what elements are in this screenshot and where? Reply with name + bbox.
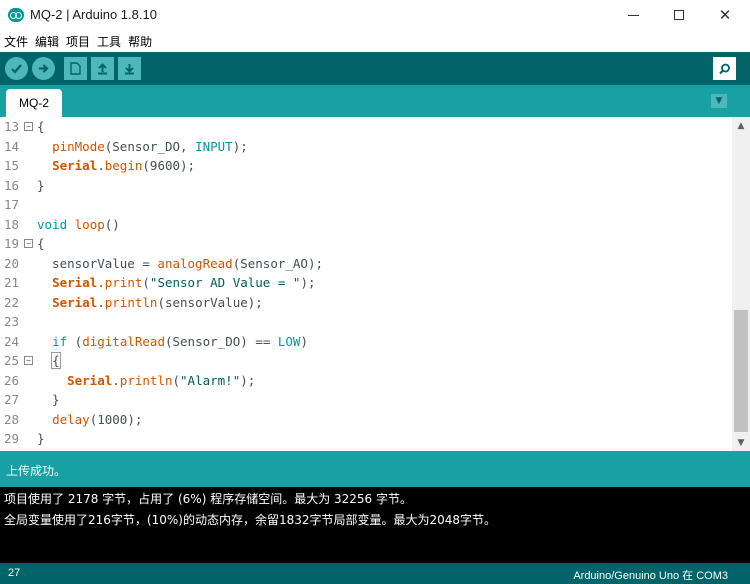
line-number: 28 xyxy=(4,411,20,427)
code-line[interactable]: 17 xyxy=(0,195,732,215)
open-arrow-up-icon xyxy=(98,63,107,75)
upload-button[interactable] xyxy=(32,57,55,80)
code-text: delay(1000); xyxy=(52,411,143,427)
maximize-icon xyxy=(674,10,684,20)
code-text: } xyxy=(37,431,45,446)
line-number: 16 xyxy=(4,177,20,193)
checkmark-icon xyxy=(11,64,22,74)
line-number: 18 xyxy=(4,216,20,232)
new-button[interactable] xyxy=(64,57,87,80)
code-line[interactable]: 24 if (digitalRead(Sensor_DO) == LOW) xyxy=(0,332,732,352)
line-number: 21 xyxy=(4,275,20,290)
code-text: void loop() xyxy=(37,216,120,232)
line-number: 23 xyxy=(4,314,20,329)
menu-help[interactable]: 帮助 xyxy=(128,33,152,50)
code-text: { xyxy=(37,119,45,134)
open-button[interactable] xyxy=(91,57,114,80)
code-line[interactable]: 16} xyxy=(0,176,732,196)
status-message: 上传成功。 xyxy=(6,464,67,478)
arrow-right-icon xyxy=(39,64,49,73)
status-message-bar: 上传成功。 xyxy=(0,451,750,487)
line-number: 22 xyxy=(4,294,20,310)
scrollbar-thumb[interactable] xyxy=(734,310,748,432)
close-icon: ✕ xyxy=(718,5,732,24)
vertical-scrollbar[interactable]: ▲ ▼ xyxy=(732,117,750,451)
code-editor[interactable]: 13−{14 pinMode(Sensor_DO, INPUT); 15 Seri… xyxy=(0,117,750,451)
code-text: Serial.begin(9600); xyxy=(52,158,196,173)
verify-button[interactable] xyxy=(5,57,28,80)
line-number: 14 xyxy=(4,138,20,154)
code-line[interactable]: 28 delay(1000); xyxy=(0,410,732,430)
magnifier-icon xyxy=(718,63,730,74)
code-text: if (digitalRead(Sensor_DO) == LOW) xyxy=(52,333,308,349)
tab-menu-button[interactable]: ▼ xyxy=(711,94,727,108)
code-line[interactable]: 22 Serial.println(sensorValue); xyxy=(0,293,732,313)
line-number: 26 xyxy=(4,372,20,388)
code-text: { xyxy=(37,236,45,251)
board-port-info: Arduino/Genuino Uno 在 COM3 xyxy=(573,570,728,582)
line-number: 15 xyxy=(4,158,20,173)
fold-toggle-icon[interactable]: − xyxy=(24,356,33,365)
code-text: Serial.println(sensorValue); xyxy=(52,294,263,310)
code-line[interactable]: 20 sensorValue = analogRead(Sensor_AO); xyxy=(0,254,732,274)
fold-toggle-icon[interactable]: − xyxy=(24,239,33,248)
cursor-line-number: 27 xyxy=(8,567,21,579)
code-text: Serial.print("Sensor AD Value = "); xyxy=(52,275,316,290)
console-output: 项目使用了 2178 字节，占用了 (6%) 程序存储空间。最大为 32256 … xyxy=(0,487,750,563)
code-text: pinMode(Sensor_DO, INPUT); xyxy=(52,138,248,154)
save-button[interactable] xyxy=(118,57,141,80)
code-line[interactable]: 19−{ xyxy=(0,234,732,254)
code-text: } xyxy=(37,392,60,407)
tab-bar: MQ-2 ▼ xyxy=(0,85,750,117)
fold-toggle-icon[interactable]: − xyxy=(24,122,33,131)
chevron-down-icon: ▼ xyxy=(715,96,723,106)
menu-file[interactable]: 文件 xyxy=(4,33,28,50)
arduino-logo-icon xyxy=(8,8,24,22)
line-number: 27 xyxy=(4,392,20,407)
maximize-button[interactable] xyxy=(656,0,702,30)
close-button[interactable]: ✕ xyxy=(702,0,748,30)
minimize-icon xyxy=(627,14,639,16)
scroll-up-icon[interactable]: ▲ xyxy=(732,117,750,134)
code-text: Serial.println("Alarm!"); xyxy=(67,372,256,388)
line-number: 29 xyxy=(4,431,20,446)
line-number: 24 xyxy=(4,333,20,349)
console-line: 项目使用了 2178 字节，占用了 (6%) 程序存储空间。最大为 32256 … xyxy=(4,492,413,506)
toolbar xyxy=(0,52,750,85)
console-line: 全局变量使用了216字节，(10%)的动态内存，余留1832字节局部变量。最大为… xyxy=(4,513,497,527)
code-line[interactable]: 21 Serial.print("Sensor AD Value = "); xyxy=(0,273,732,293)
code-line[interactable]: 25− { xyxy=(0,351,732,371)
code-line[interactable]: 18 void loop() xyxy=(0,215,732,235)
code-line[interactable]: 15 Serial.begin(9600); xyxy=(0,156,732,176)
code-line[interactable]: 26 Serial.println("Alarm!"); xyxy=(0,371,732,391)
save-arrow-down-icon xyxy=(125,64,134,75)
line-number: 17 xyxy=(4,197,20,212)
code-line[interactable]: 29} xyxy=(0,429,732,449)
menu-sketch[interactable]: 项目 xyxy=(66,33,90,50)
code-line[interactable]: 14 pinMode(Sensor_DO, INPUT); xyxy=(0,137,732,157)
minimize-button[interactable] xyxy=(610,0,656,30)
menu-bar: 文件 编辑 项目 工具 帮助 xyxy=(0,30,750,52)
scroll-down-icon[interactable]: ▼ xyxy=(732,434,750,451)
line-number: 20 xyxy=(4,255,20,271)
window-title: MQ-2 | Arduino 1.8.10 xyxy=(30,7,157,22)
code-line[interactable]: 23 xyxy=(0,312,732,332)
menu-tools[interactable]: 工具 xyxy=(97,33,121,50)
menu-edit[interactable]: 编辑 xyxy=(35,33,59,50)
code-line[interactable]: 13−{ xyxy=(0,117,732,137)
serial-monitor-button[interactable] xyxy=(713,57,736,80)
footer-status-bar: 27 Arduino/Genuino Uno 在 COM3 xyxy=(0,563,750,584)
code-text: sensorValue = analogRead(Sensor_AO); xyxy=(37,255,323,271)
title-bar: MQ-2 | Arduino 1.8.10 ✕ xyxy=(0,0,750,30)
code-text: } xyxy=(37,177,45,193)
code-line[interactable]: 27 } xyxy=(0,390,732,410)
new-file-icon xyxy=(70,62,81,75)
code-text: { xyxy=(51,352,61,369)
tab-mq-2[interactable]: MQ-2 xyxy=(6,89,62,117)
